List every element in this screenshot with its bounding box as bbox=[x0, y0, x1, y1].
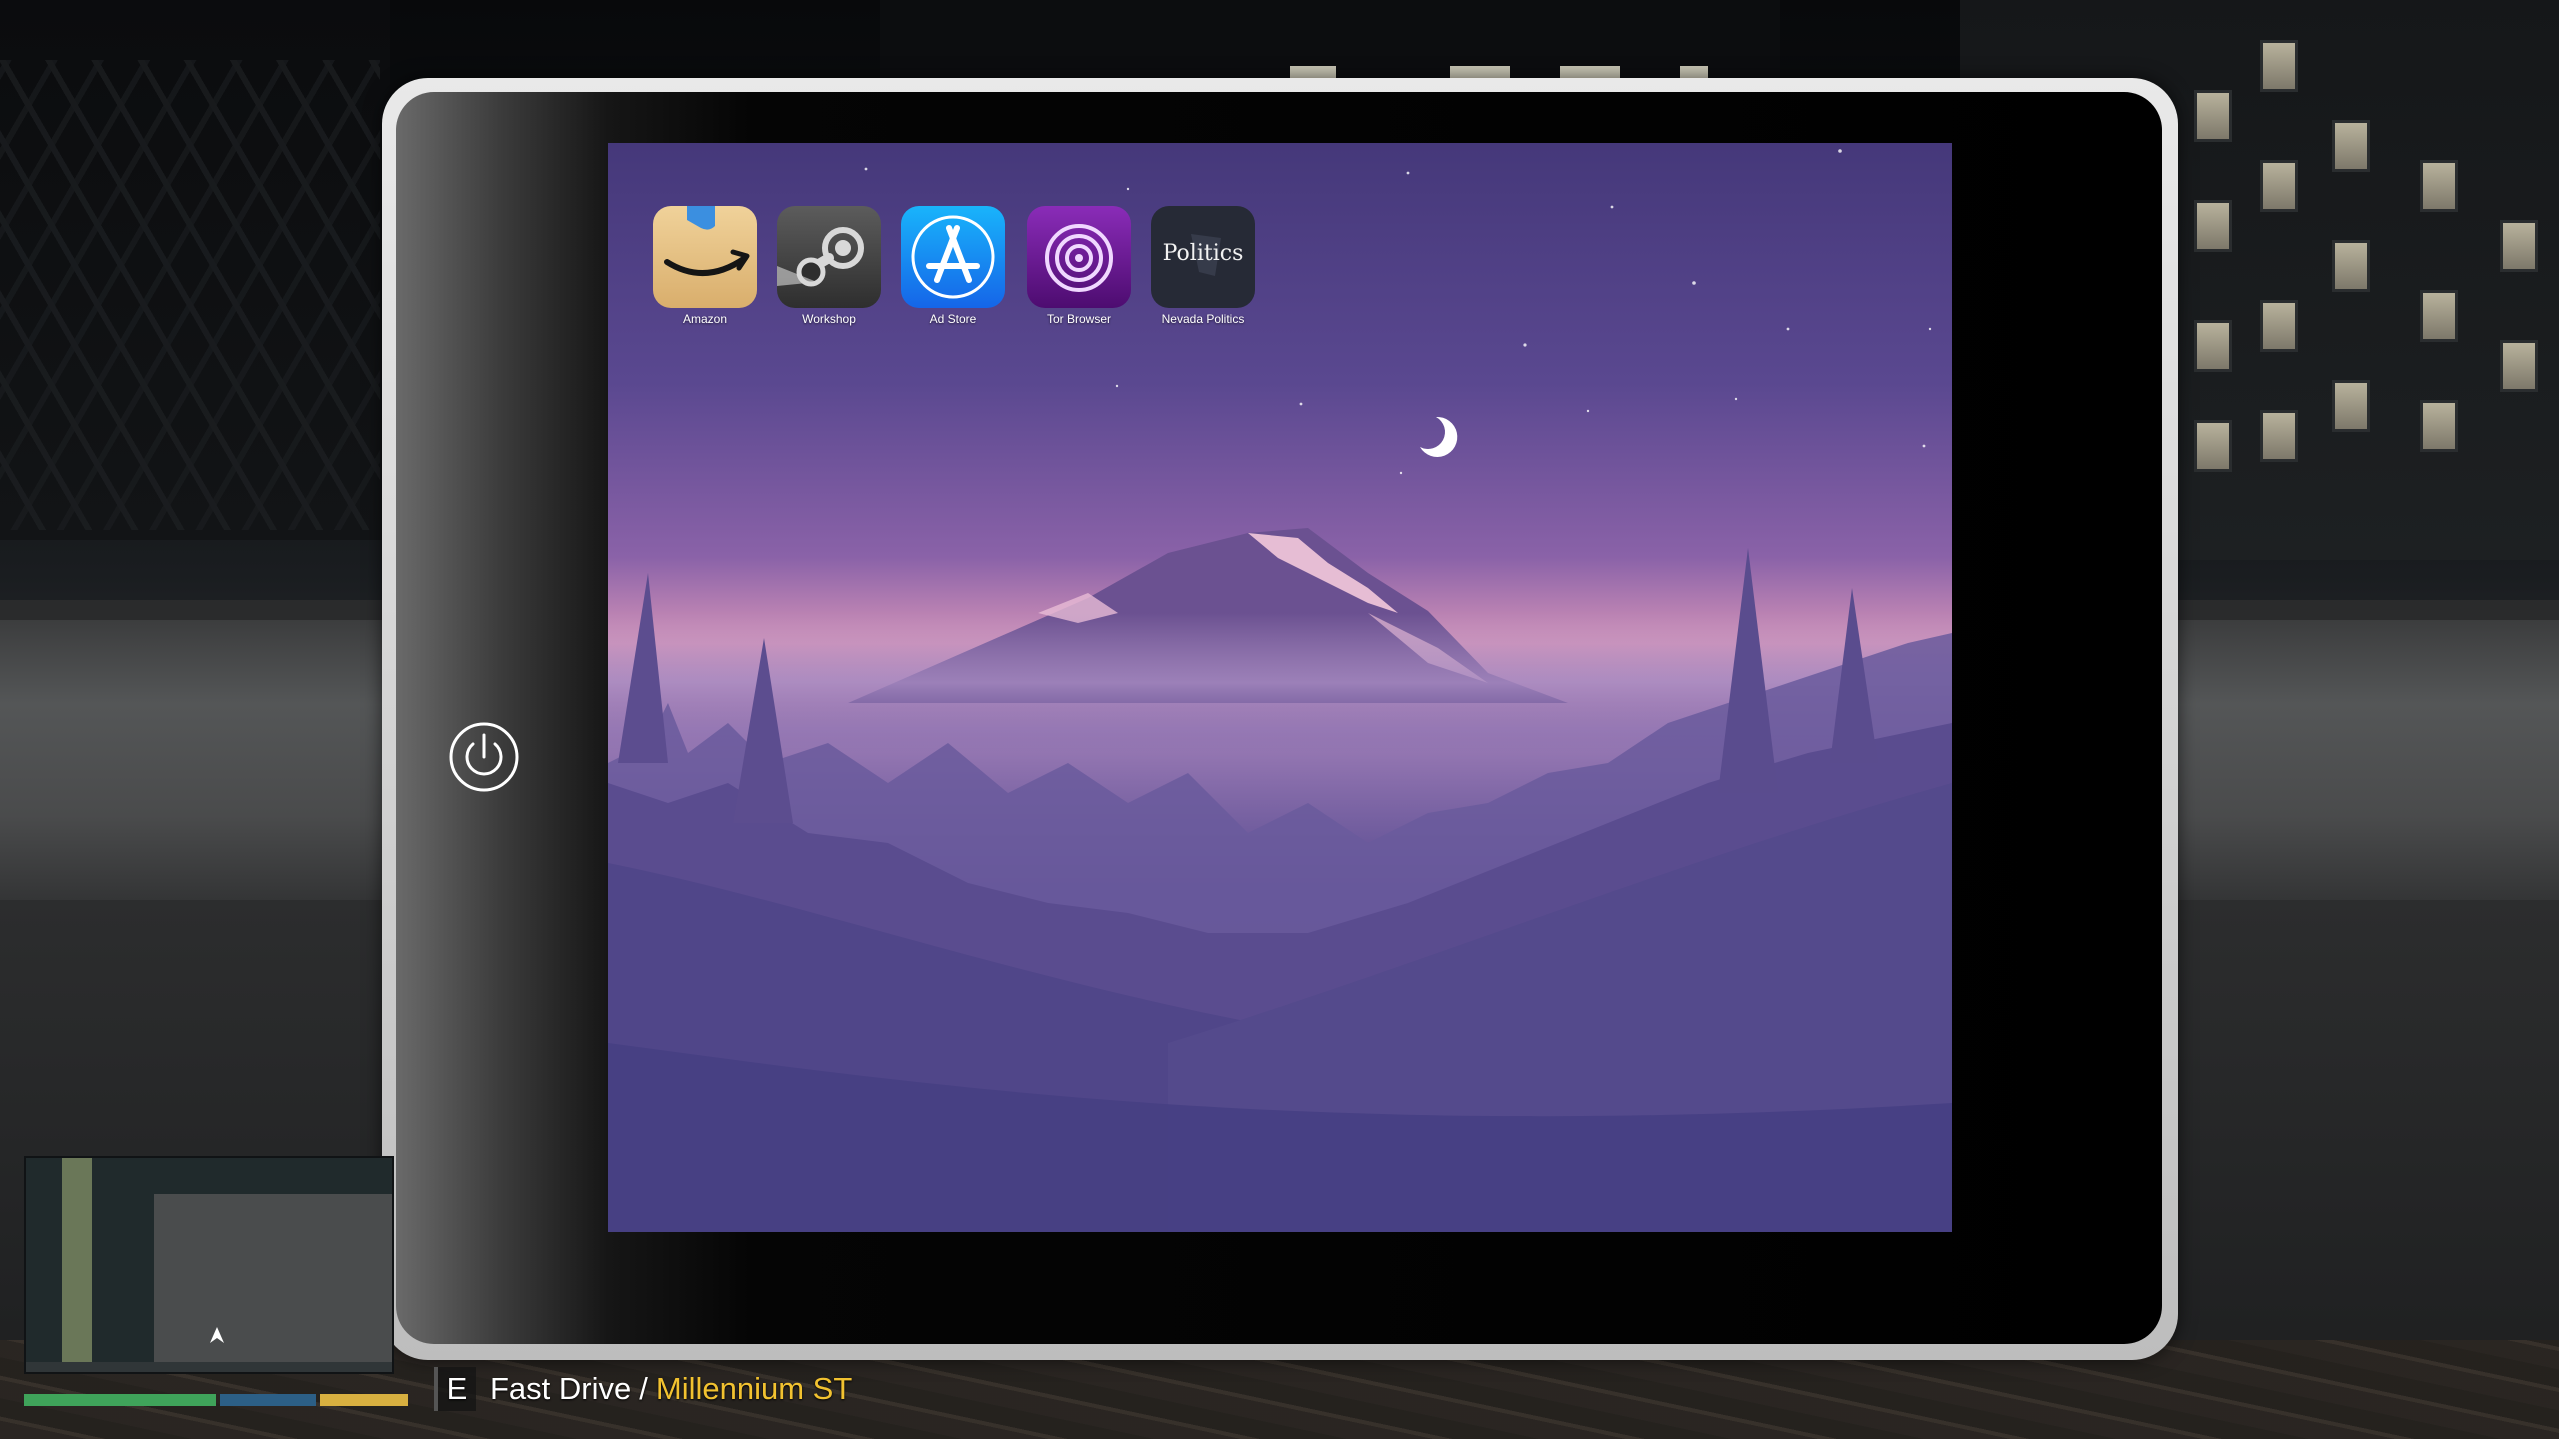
building-window bbox=[2260, 40, 2298, 92]
app-label: Amazon bbox=[682, 312, 728, 326]
building-window bbox=[2500, 220, 2538, 272]
key-hint: E bbox=[434, 1367, 476, 1411]
building-window bbox=[2194, 200, 2232, 252]
status-bars bbox=[24, 1394, 408, 1406]
building-window bbox=[2420, 400, 2458, 452]
player-arrow-icon bbox=[210, 1327, 224, 1343]
building-window bbox=[2332, 240, 2370, 292]
steam-icon bbox=[777, 206, 881, 308]
action-label: Fast Drive bbox=[490, 1371, 632, 1406]
building-window bbox=[2500, 340, 2538, 392]
minimap bbox=[24, 1156, 394, 1374]
tablet-screen: Amazon Workshop Ad Store Tor Browser Pol… bbox=[608, 143, 1952, 1232]
app-label: Workshop bbox=[802, 312, 856, 326]
minimap-building bbox=[154, 1194, 392, 1370]
building-window bbox=[2332, 120, 2370, 172]
lit-window bbox=[1560, 66, 1620, 78]
app-amazon[interactable]: Amazon bbox=[649, 206, 761, 346]
app-label: Ad Store bbox=[929, 312, 977, 326]
minimap-edge bbox=[26, 1362, 392, 1372]
interaction-prompt: E Fast Drive / Millennium ST bbox=[434, 1366, 852, 1412]
building-window bbox=[2332, 380, 2370, 432]
building-window bbox=[2420, 290, 2458, 342]
politics-icon: Politics bbox=[1151, 206, 1255, 308]
app-label: Tor Browser bbox=[1046, 312, 1111, 326]
power-button[interactable] bbox=[447, 720, 521, 794]
app-nevada-politics[interactable]: Politics Nevada Politics bbox=[1147, 206, 1259, 346]
location-label: Millennium ST bbox=[655, 1371, 853, 1406]
amazon-icon bbox=[653, 206, 757, 308]
building-window bbox=[2194, 420, 2232, 472]
app-ad-store[interactable]: Ad Store bbox=[897, 206, 1009, 346]
building-window bbox=[2420, 160, 2458, 212]
lit-window bbox=[1450, 66, 1510, 78]
power-icon bbox=[449, 722, 519, 792]
health-bar bbox=[24, 1394, 216, 1406]
building-window bbox=[2194, 90, 2232, 142]
tor-icon bbox=[1027, 206, 1131, 308]
app-workshop[interactable]: Workshop bbox=[773, 206, 885, 346]
app-label: Nevada Politics bbox=[1161, 312, 1245, 326]
app-store-icon bbox=[901, 206, 1005, 308]
app-tor-browser[interactable]: Tor Browser bbox=[1023, 206, 1135, 346]
lit-window bbox=[1290, 66, 1336, 78]
building-window bbox=[2260, 160, 2298, 212]
scaffold-lattice bbox=[0, 60, 380, 530]
armor-bar bbox=[220, 1394, 316, 1406]
building-window bbox=[2260, 410, 2298, 462]
building-window bbox=[2260, 300, 2298, 352]
stamina-bar bbox=[320, 1394, 408, 1406]
building-window bbox=[2194, 320, 2232, 372]
svg-text:Politics: Politics bbox=[1163, 241, 1244, 266]
minimap-road bbox=[62, 1158, 92, 1362]
lit-window bbox=[1680, 66, 1708, 78]
prompt-separator: / bbox=[639, 1371, 648, 1406]
